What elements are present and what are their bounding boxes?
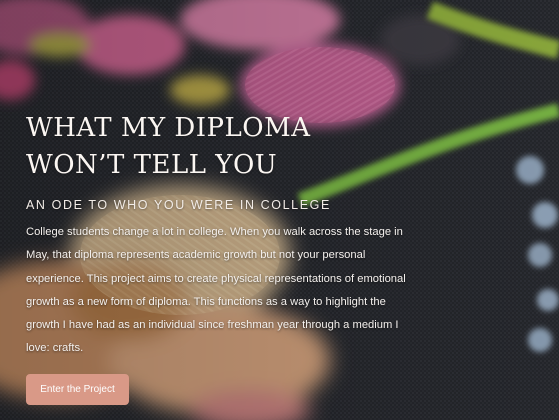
title-line-2: WON’T TELL YOU — [26, 150, 278, 180]
project-description: College students change a lot in college… — [26, 226, 406, 355]
hero-section: WHAT MY DIPLOMA WON’T TELL YOU AN ODE TO… — [0, 0, 559, 420]
subtitle: AN ODE TO WHO YOU WERE IN COLLEGE — [26, 198, 331, 212]
enter-project-button[interactable]: Enter the Project — [26, 374, 129, 405]
page-title: WHAT MY DIPLOMA WON’T TELL YOU — [26, 110, 406, 184]
title-line-1: WHAT MY DIPLOMA — [26, 113, 311, 143]
hero-content: WHAT MY DIPLOMA WON’T TELL YOU AN ODE TO… — [26, 110, 406, 361]
